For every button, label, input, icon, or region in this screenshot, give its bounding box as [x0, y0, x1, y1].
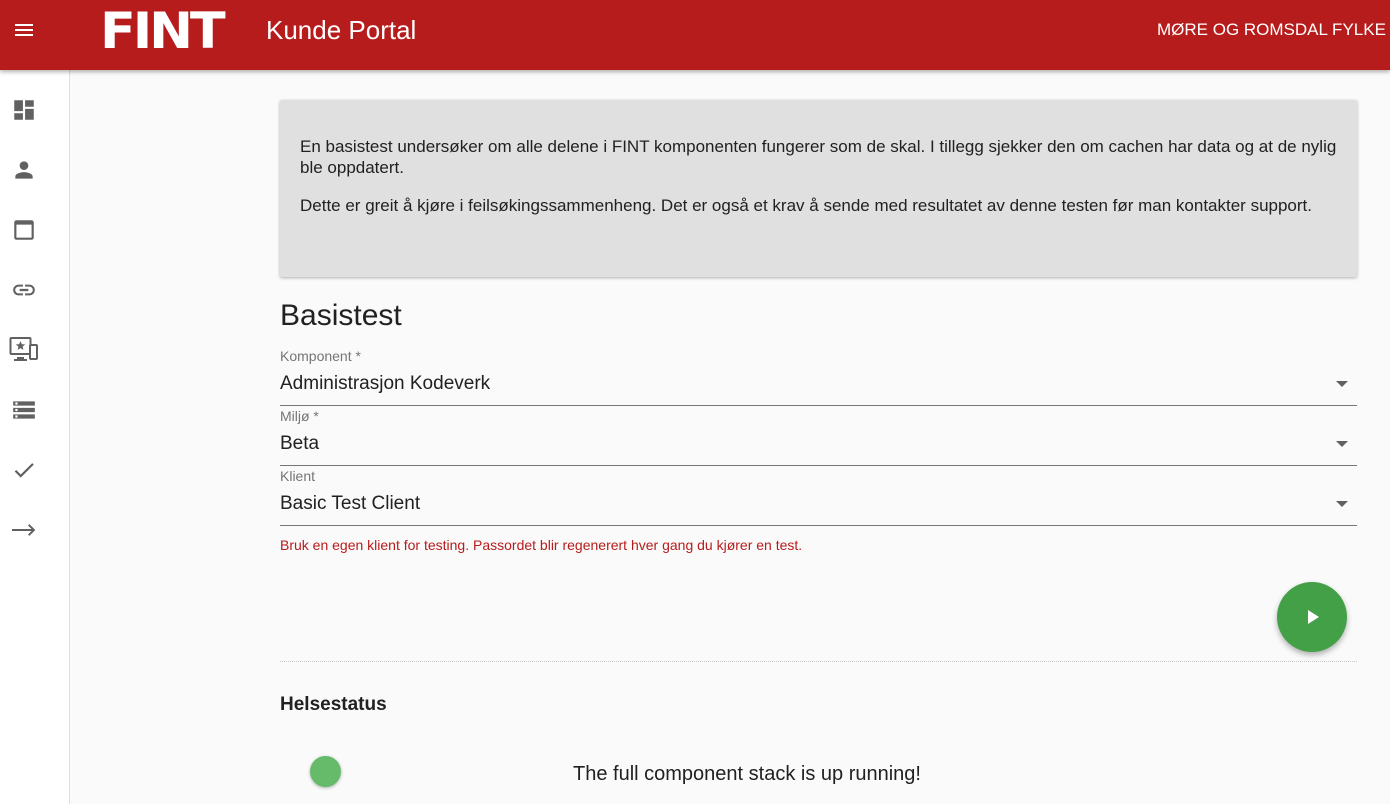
info-paragraph: Dette er greit å kjøre i feilsøkingssamm… [300, 196, 1312, 215]
run-test-button[interactable] [1277, 582, 1347, 652]
storage-icon [13, 401, 35, 419]
sidebar-item-components[interactable] [0, 210, 48, 250]
komponent-value: Administrasjon Kodeverk [280, 373, 491, 394]
fint-logo[interactable]: FINT [100, 6, 226, 56]
miljo-select[interactable]: Miljø * Beta [280, 408, 1357, 466]
arrow-right-icon [12, 524, 36, 536]
section-divider [280, 661, 1357, 662]
dropdown-arrow-icon [1336, 441, 1348, 447]
dropdown-arrow-icon [1336, 501, 1348, 507]
health-status-text: The full component stack is up running! [573, 763, 921, 785]
featured-play-list-icon [9, 337, 38, 361]
sidebar-item-adapters[interactable] [0, 270, 48, 310]
info-card: En basistest undersøker om alle delene i… [280, 100, 1357, 277]
miljo-value: Beta [280, 433, 320, 454]
komponent-label: Komponent * [280, 348, 361, 364]
sidebar-item-clients[interactable] [0, 330, 48, 370]
klient-helper-text: Bruk en egen klient for testing. Passord… [280, 537, 803, 553]
window-icon [14, 220, 34, 240]
klient-label: Klient [280, 468, 316, 484]
komponent-select[interactable]: Komponent * Administrasjon Kodeverk [280, 348, 1357, 406]
sidebar-item-relation-test[interactable] [0, 510, 48, 550]
person-icon [15, 161, 33, 179]
app-bar: FINT Kunde Portal MØRE OG ROMSDAL FYLKE [0, 0, 1390, 70]
play-icon [1308, 610, 1319, 624]
health-status-title: Helsestatus [280, 694, 387, 715]
menu-button[interactable] [6, 12, 42, 48]
info-paragraph: En basistest undersøker om alle delene i… [300, 137, 1337, 177]
klient-select[interactable]: Klient Basic Test Client [280, 468, 1357, 526]
status-indicator [310, 756, 341, 787]
miljo-label: Miljø * [280, 408, 319, 424]
sidebar-nav [0, 70, 70, 804]
check-icon [14, 463, 34, 478]
page-title: Basistest [280, 299, 402, 332]
link-icon [13, 284, 35, 296]
menu-icon [15, 24, 33, 36]
dropdown-arrow-icon [1336, 381, 1348, 387]
organization-name[interactable]: MØRE OG ROMSDAL FYLKE [1157, 19, 1386, 41]
sidebar-item-assets[interactable] [0, 390, 48, 430]
sidebar-item-contacts[interactable] [0, 150, 48, 190]
klient-value: Basic Test Client [280, 493, 421, 514]
sidebar-item-basic-test[interactable] [0, 450, 48, 490]
app-title: Kunde Portal [266, 15, 417, 45]
sidebar-item-dashboard[interactable] [0, 90, 48, 130]
dashboard-icon [14, 100, 34, 120]
